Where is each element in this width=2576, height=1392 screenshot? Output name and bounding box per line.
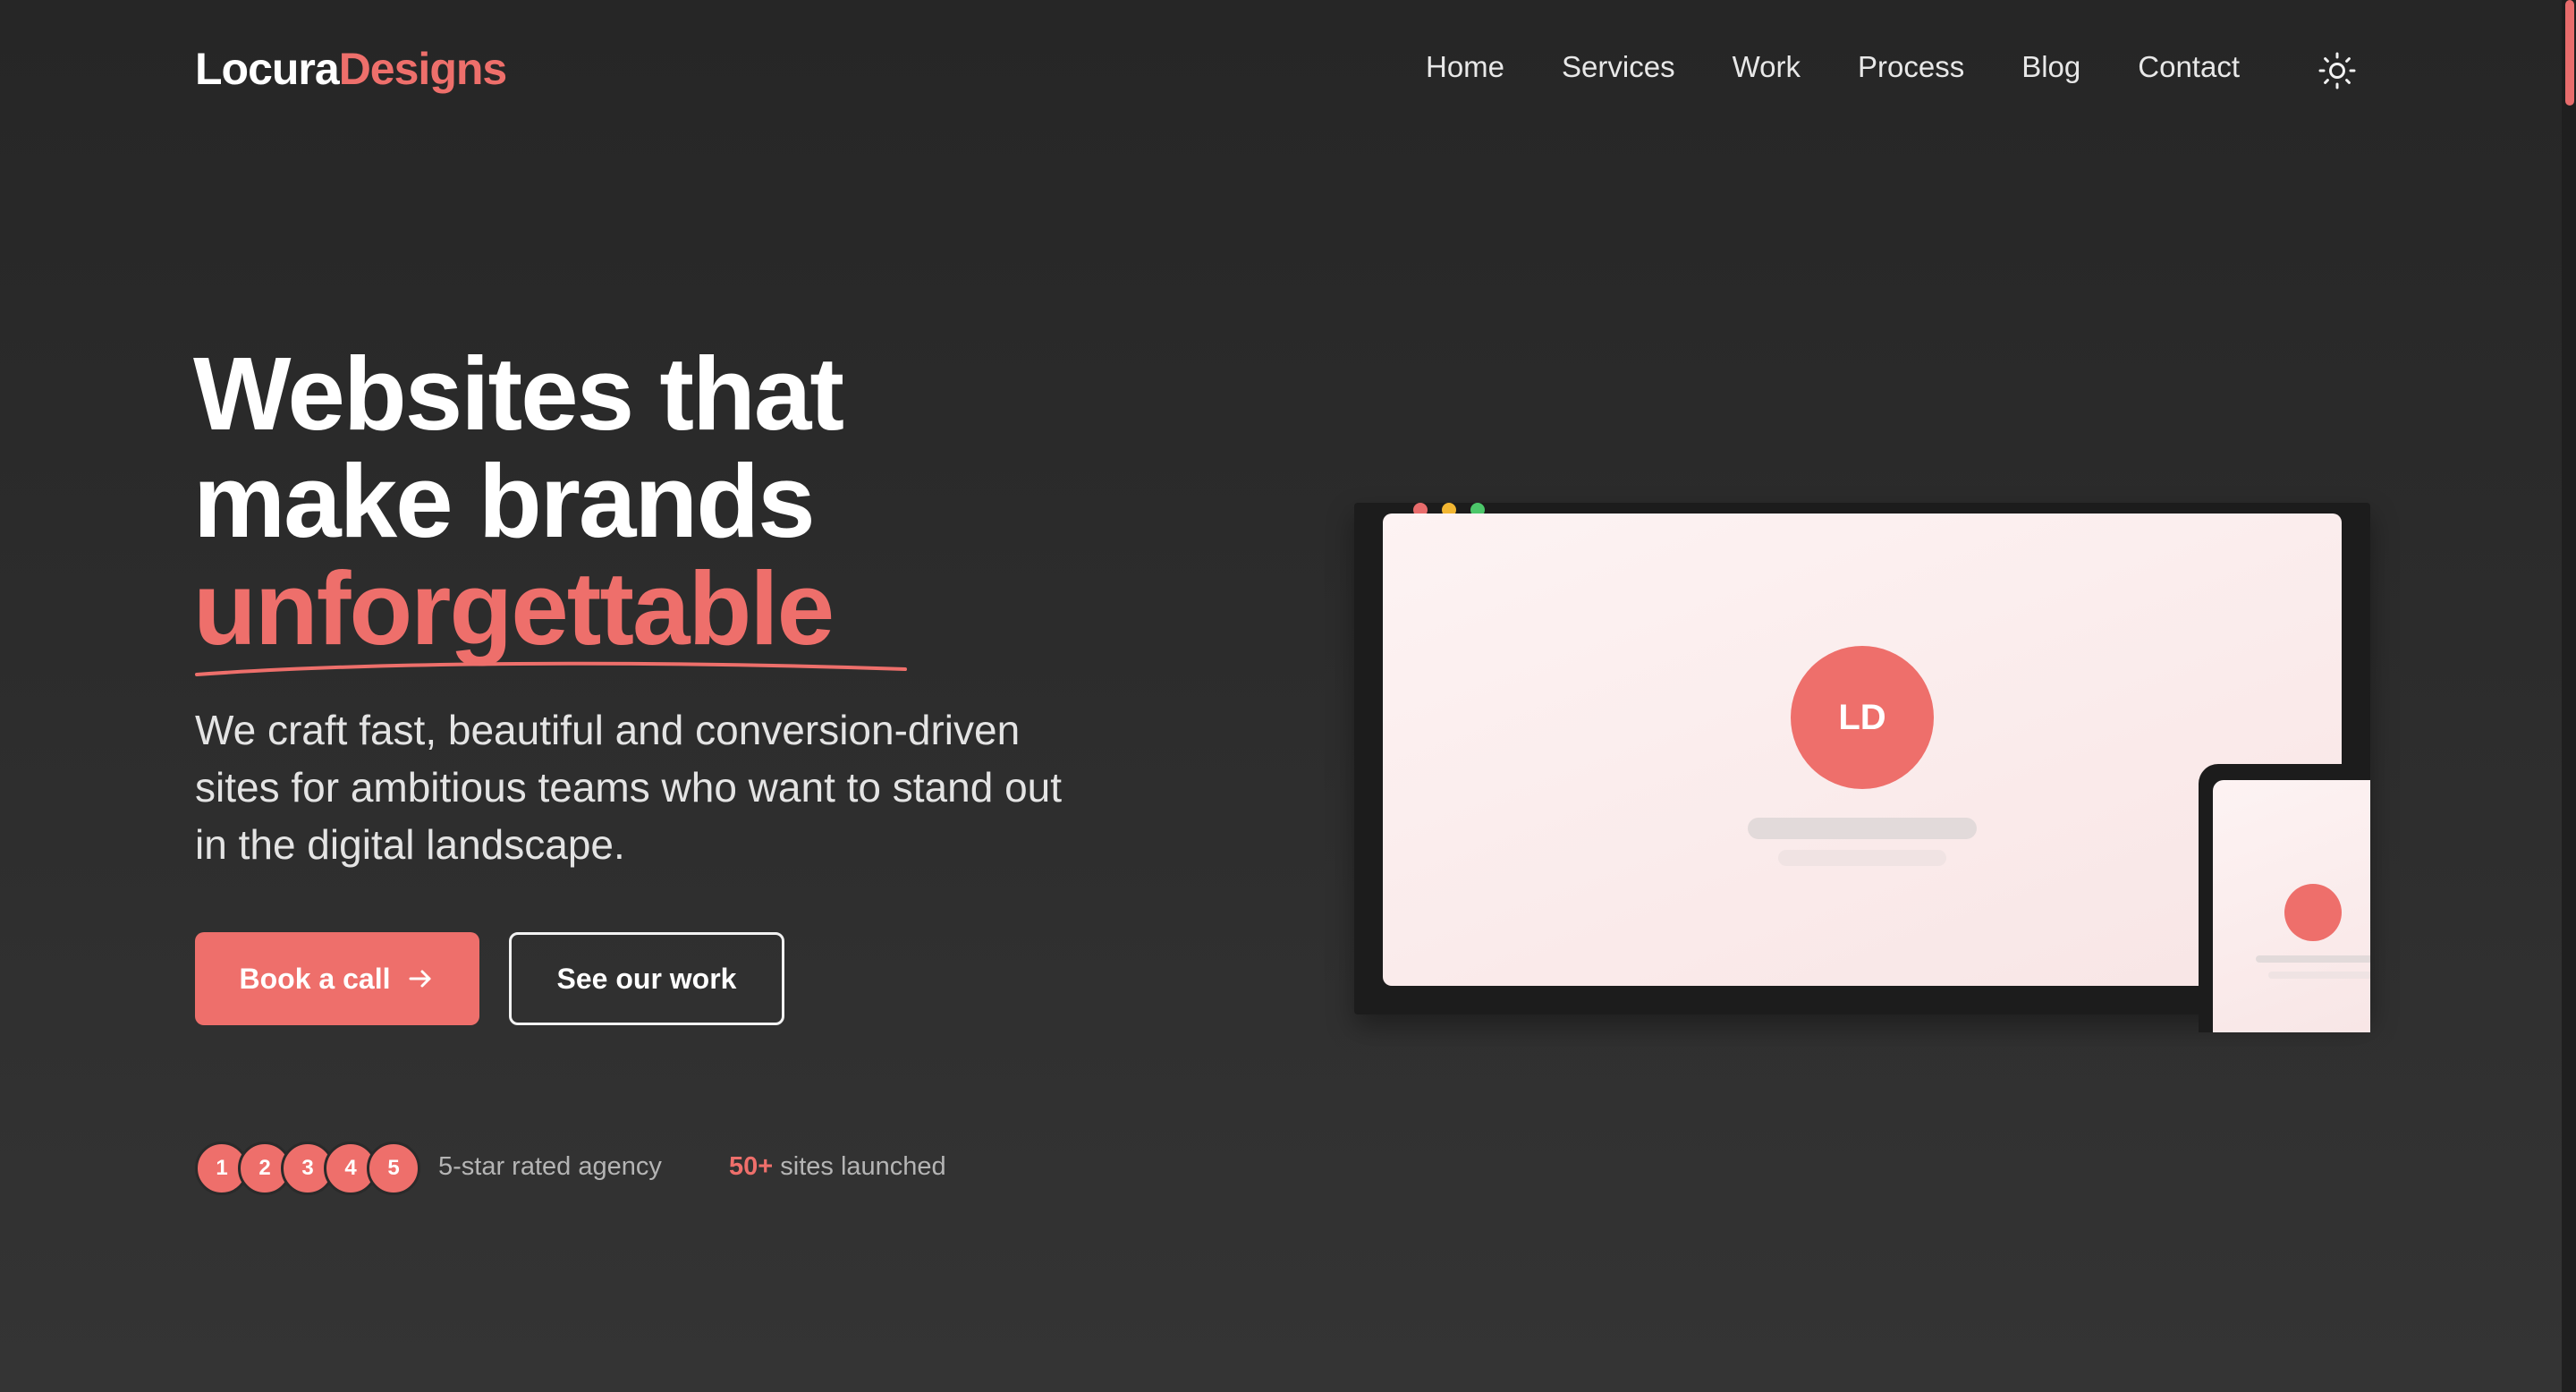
mockup-placeholder-line	[1778, 850, 1946, 866]
book-a-call-button[interactable]: Book a call	[195, 932, 479, 1025]
nav-item-services[interactable]: Services	[1562, 50, 1675, 84]
hero-subtitle-line1: We craft fast, beautiful and conversion-…	[195, 707, 1021, 753]
nav-item-home[interactable]: Home	[1426, 50, 1504, 84]
sites-launched-stat: 50+ sites launched	[729, 1152, 946, 1182]
phone-screen	[2213, 780, 2370, 1032]
nav-item-work[interactable]: Work	[1733, 50, 1801, 84]
rating-label: 5-star rated agency	[438, 1152, 662, 1181]
theme-toggle-button[interactable]	[2317, 50, 2358, 91]
nav-item-blog[interactable]: Blog	[2021, 50, 2080, 84]
hero-subtitle-line3: in the digital landscape.	[195, 821, 625, 868]
accent-underline-decoration	[195, 661, 907, 676]
arrow-right-icon	[409, 970, 431, 988]
hero-subtitle-line2: sites for ambitious teams who want to st…	[195, 764, 1063, 811]
phone-placeholder-line	[2256, 955, 2370, 963]
see-our-work-button[interactable]: See our work	[509, 932, 784, 1025]
hero-title: Websites that make brands unforgettable	[193, 340, 844, 662]
rating-badges: 1 2 3 4 5	[195, 1142, 428, 1195]
hero-title-line2: make brands	[193, 443, 816, 559]
mockup-placeholder-line	[1748, 818, 1977, 839]
sites-count: 50+	[729, 1152, 774, 1181]
mockup-avatar: LD	[1791, 646, 1934, 789]
hero-title-line1: Websites that	[193, 335, 844, 452]
hero-title-accent: unforgettable	[193, 550, 835, 666]
phone-mockup	[2199, 764, 2370, 1032]
nav-item-contact[interactable]: Contact	[2138, 50, 2240, 84]
brand-logo[interactable]: LocuraDesigns	[195, 43, 508, 95]
phone-avatar	[2284, 884, 2342, 941]
book-a-call-label: Book a call	[239, 962, 391, 995]
brand-name-part1: Locura	[195, 44, 340, 94]
rating-badge: 5	[367, 1142, 420, 1195]
nav-item-process[interactable]: Process	[1858, 50, 1964, 84]
scrollbar-thumb[interactable]	[2565, 0, 2574, 106]
phone-placeholder-line	[2268, 972, 2370, 979]
sun-icon	[2318, 52, 2356, 89]
brand-name-part2: Designs	[338, 44, 508, 94]
main-nav: Home Services Work Process Blog Contact	[1426, 50, 2240, 84]
sites-label: sites launched	[780, 1152, 946, 1181]
hero-subtitle: We craft fast, beautiful and conversion-…	[195, 701, 1215, 873]
see-our-work-label: See our work	[556, 962, 737, 995]
site-header: LocuraDesigns Home Services Work Process…	[0, 0, 2562, 143]
page-scrollbar[interactable]	[2562, 0, 2576, 1392]
